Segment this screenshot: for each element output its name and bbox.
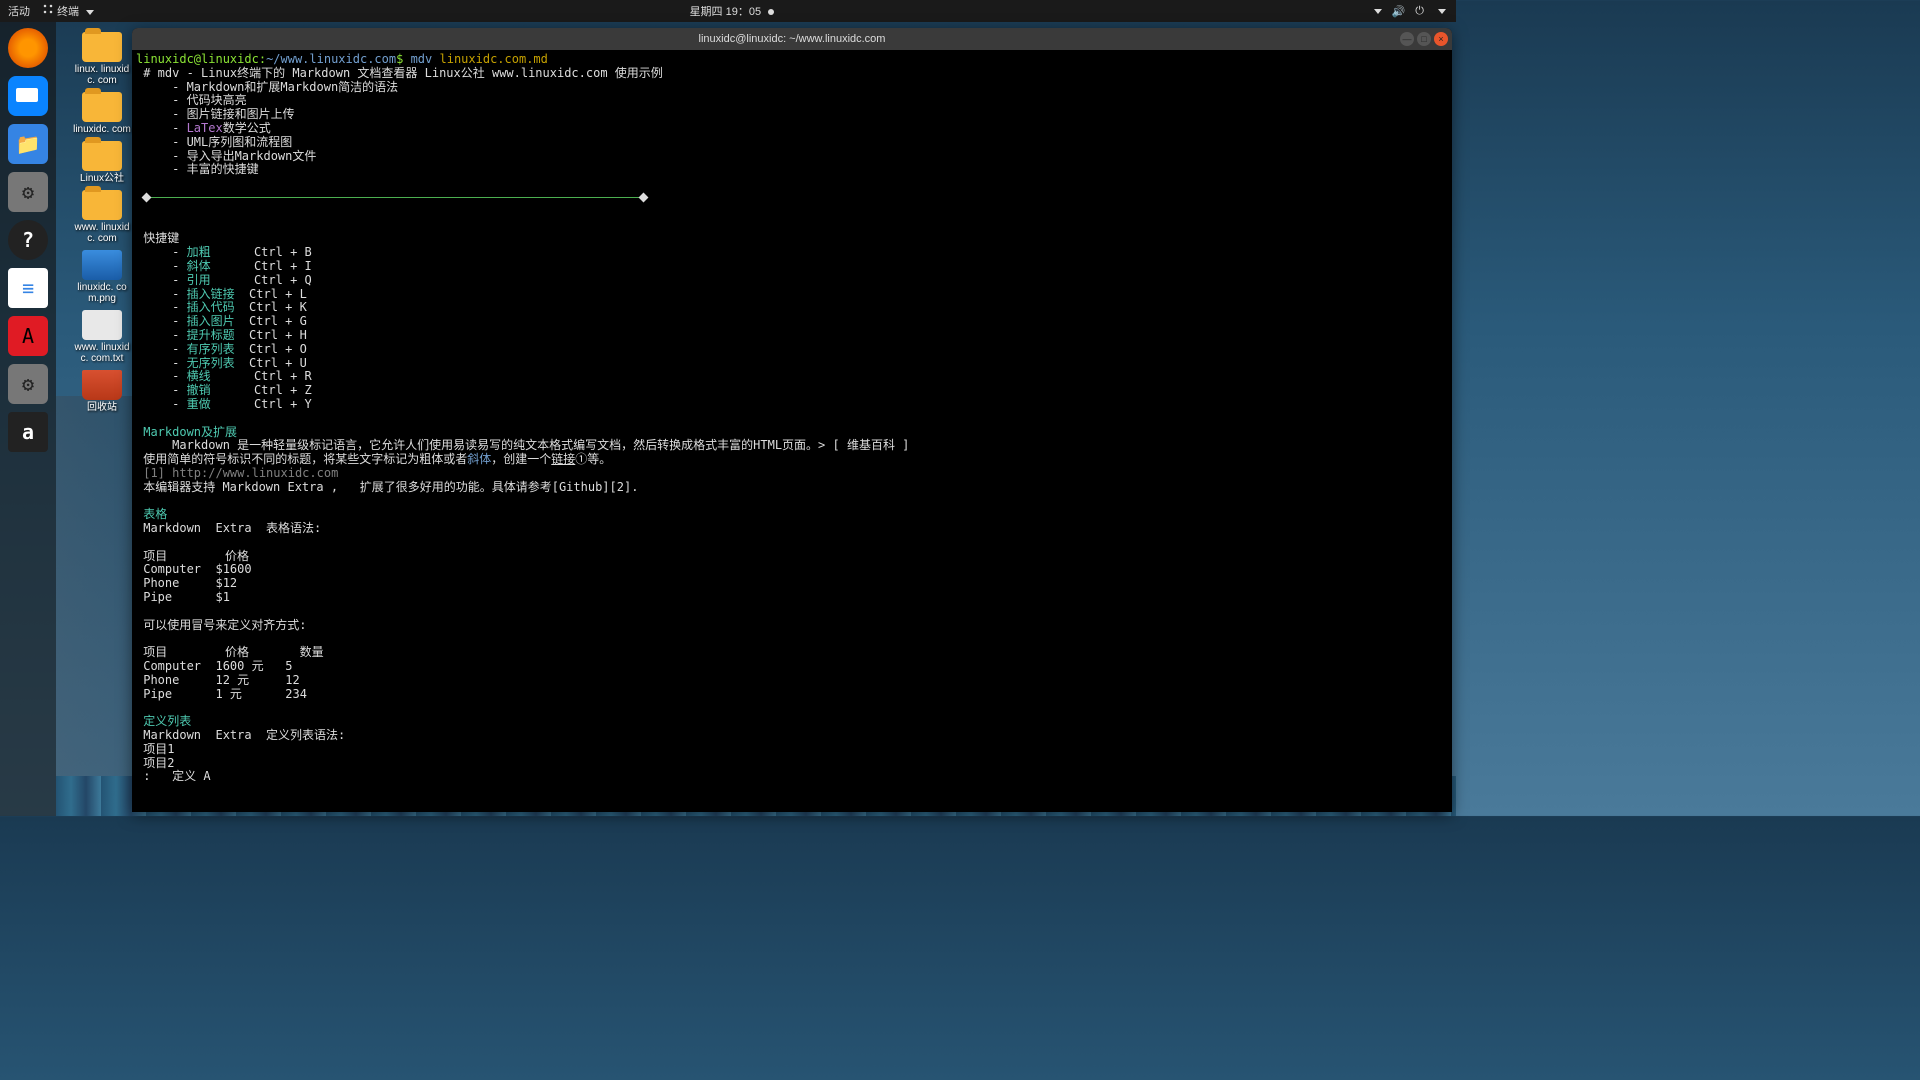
close-button[interactable]: × [1434, 32, 1448, 46]
dock: 📁 ⚙ ? ≡ A ⚙ a [0, 22, 56, 816]
window-title: linuxidc@linuxidc: ~/www.linuxidc.com [699, 33, 886, 46]
system-menu-chevron[interactable] [1438, 9, 1446, 14]
maximize-button[interactable]: □ [1417, 32, 1431, 46]
settings-icon[interactable]: ⚙ [8, 172, 48, 212]
topbar: 活动 终端 星期四 19：05 🔊 ⏻ [0, 0, 1456, 22]
power-icon[interactable]: ⏻ [1415, 5, 1424, 18]
editor-icon[interactable]: ≡ [8, 268, 48, 308]
minimize-button[interactable]: — [1400, 32, 1414, 46]
desktop-icon[interactable]: www. linuxidc. com.txt [72, 310, 132, 364]
thunderbird-icon[interactable] [8, 76, 48, 116]
amazon-icon[interactable]: a [8, 412, 48, 452]
app-menu[interactable]: 终端 [42, 3, 94, 19]
firefox-icon[interactable] [8, 28, 48, 68]
network-icon[interactable] [1370, 5, 1382, 17]
gear-icon[interactable]: ⚙ [8, 364, 48, 404]
wallpaper-skyline [56, 396, 136, 776]
desktop-icon[interactable]: www. linuxidc. com [72, 190, 132, 244]
files-icon[interactable]: 📁 [8, 124, 48, 164]
help-icon[interactable]: ? [8, 220, 48, 260]
software-icon[interactable]: A [8, 316, 48, 356]
terminal-window: linuxidc@linuxidc: ~/www.linuxidc.com — … [132, 28, 1452, 812]
desktop-icon[interactable]: linuxidc. com.png [72, 250, 132, 304]
terminal-body[interactable]: linuxidc@linuxidc:~/www.linuxidc.com$ md… [132, 50, 1452, 787]
terminal-titlebar[interactable]: linuxidc@linuxidc: ~/www.linuxidc.com — … [132, 28, 1452, 50]
desktop-icon[interactable]: linuxidc. com [72, 92, 132, 135]
activities-button[interactable]: 活动 [8, 3, 30, 19]
sound-icon[interactable]: 🔊 [1392, 5, 1406, 18]
desktop-icons: linux. linuxidc. com linuxidc. com Linux公社… [72, 32, 132, 413]
desktop-icon[interactable]: Linux公社 [72, 141, 132, 184]
desktop-icon[interactable]: 回收站 [72, 370, 132, 413]
datetime[interactable]: 星期四 19：05 [94, 3, 1369, 19]
desktop-icon[interactable]: linux. linuxidc. com [72, 32, 132, 86]
